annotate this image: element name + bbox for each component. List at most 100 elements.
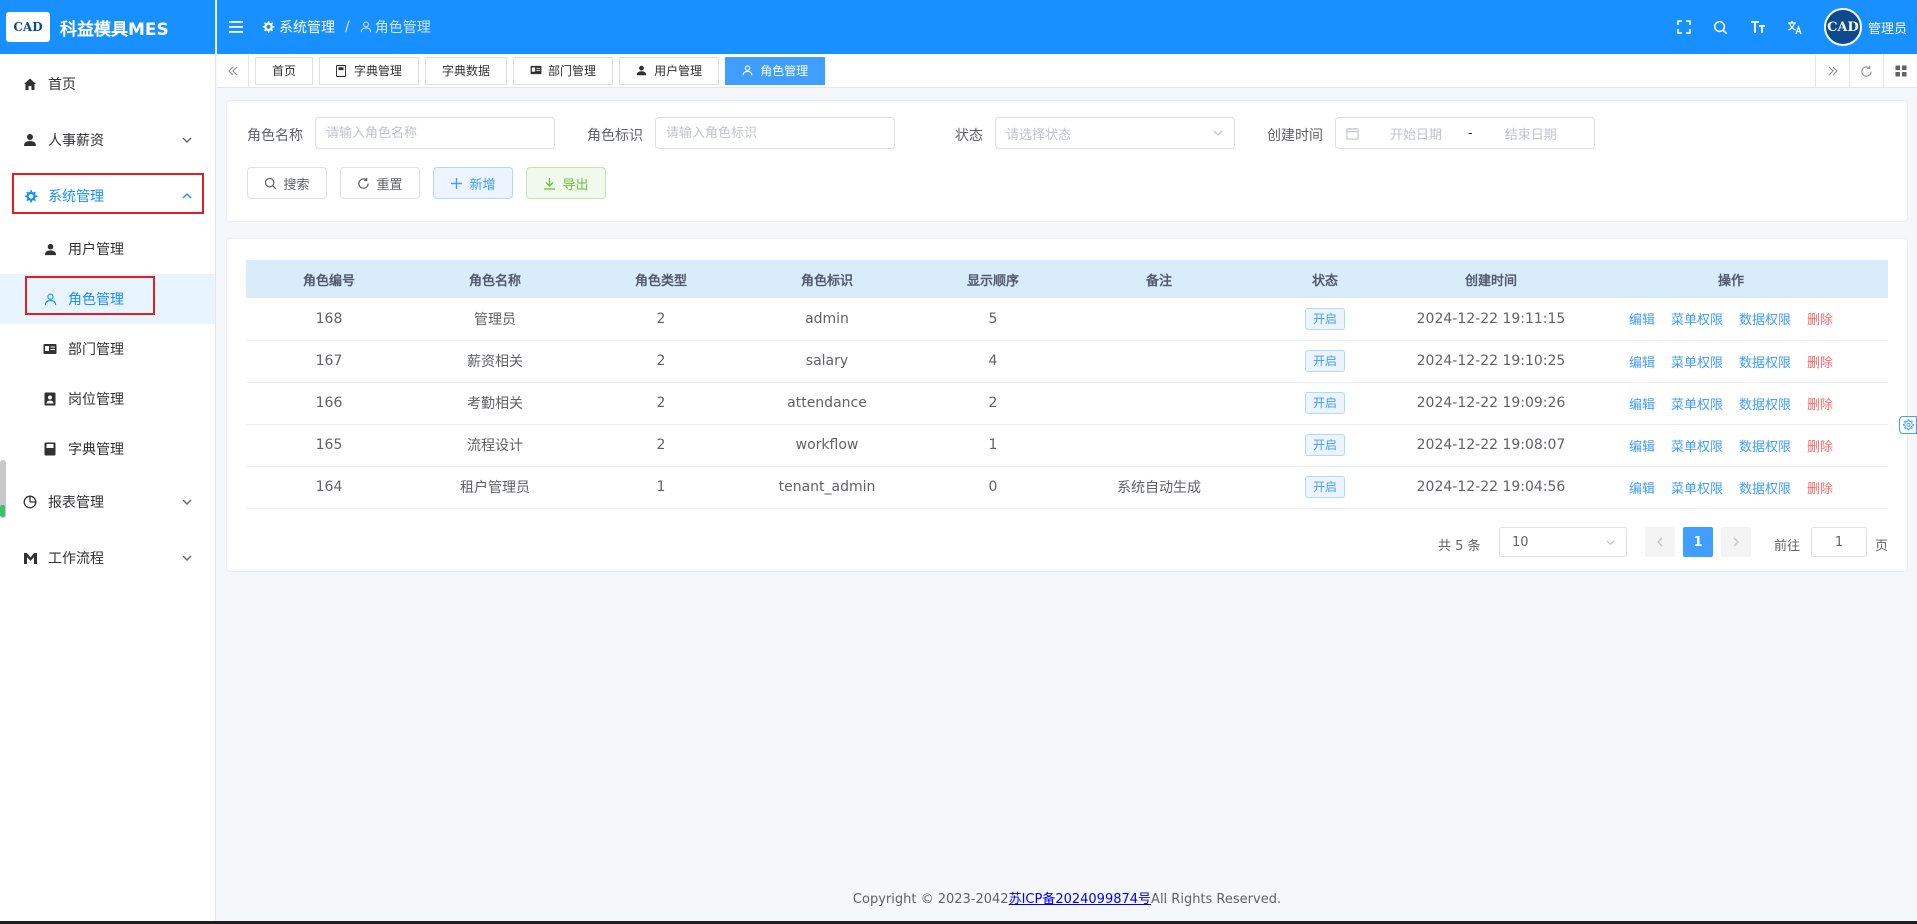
double-chevron-right-icon	[1828, 66, 1838, 76]
end-date-placeholder[interactable]: 结束日期	[1493, 124, 1569, 143]
menu-permission-link[interactable]: 菜单权限	[1671, 440, 1723, 455]
icp-link[interactable]: 苏ICP备2024099874号	[1009, 892, 1151, 907]
gear-icon	[22, 188, 38, 204]
status-select[interactable]: 请选择状态	[995, 117, 1235, 149]
menu-permission-link[interactable]: 菜单权限	[1671, 398, 1723, 413]
column-header: 显示顺序	[966, 273, 1019, 289]
edit-link[interactable]: 编辑	[1629, 398, 1655, 413]
sidebar-subitem-posts[interactable]: 岗位管理	[0, 374, 215, 424]
status-label: 状态	[955, 128, 983, 144]
username[interactable]: 管理员	[1868, 18, 1907, 37]
cell-role-type: 2	[656, 353, 666, 369]
refresh-button[interactable]	[1849, 54, 1883, 88]
tab-users[interactable]: 用户管理	[619, 56, 720, 85]
breadcrumb-item[interactable]: 系统管理	[279, 17, 335, 37]
delete-link[interactable]: 删除	[1807, 398, 1833, 413]
font-size-icon[interactable]	[1749, 18, 1767, 36]
sidebar-item-label: 人事薪资	[48, 133, 104, 149]
tabs-menu-button[interactable]	[1883, 54, 1917, 88]
data-permission-link[interactable]: 数据权限	[1739, 440, 1791, 455]
delete-link[interactable]: 删除	[1807, 482, 1833, 497]
cell-role-name: 流程设计	[467, 438, 523, 454]
roles-table: 角色编号 角色名称 角色类型 角色标识 显示顺序 备注 状态 创建时间 操作 1…	[246, 260, 1888, 509]
tab-home[interactable]: 首页	[255, 56, 314, 85]
date-range-picker[interactable]: 开始日期 - 结束日期	[1335, 117, 1595, 149]
column-header: 备注	[1145, 273, 1172, 289]
tab-dictionary-data[interactable]: 字典数据	[425, 56, 508, 85]
data-permission-link[interactable]: 数据权限	[1739, 398, 1791, 413]
settings-floating-button[interactable]	[1899, 416, 1917, 434]
menu-permission-link[interactable]: 菜单权限	[1671, 356, 1723, 371]
sidebar-item-label: 岗位管理	[68, 392, 124, 408]
book-icon	[336, 64, 348, 77]
chevron-down-icon	[182, 555, 192, 561]
sidebar-subitem-users[interactable]: 用户管理	[0, 224, 215, 274]
avatar[interactable]: CAD	[1823, 8, 1862, 46]
export-button[interactable]: 导出	[526, 167, 606, 199]
tab-dictionary[interactable]: 字典管理	[319, 56, 420, 85]
tab-departments[interactable]: 部门管理	[513, 56, 614, 85]
cell-role-type: 2	[656, 395, 666, 411]
data-permission-link[interactable]: 数据权限	[1739, 356, 1791, 371]
goto-page-input[interactable]: 1	[1811, 527, 1867, 557]
sidebar-item-label: 字典管理	[68, 442, 124, 458]
data-permission-link[interactable]: 数据权限	[1739, 313, 1791, 328]
cell-role-type: 2	[656, 310, 666, 327]
page-unit-label: 页	[1875, 539, 1889, 554]
search-icon[interactable]	[1712, 18, 1730, 36]
edit-link[interactable]: 编辑	[1629, 482, 1655, 497]
search-button[interactable]: 搜索	[247, 167, 327, 199]
hamburger-icon[interactable]	[229, 20, 245, 34]
chevron-down-icon	[1213, 130, 1223, 136]
menu-permission-link[interactable]: 菜单权限	[1671, 313, 1723, 328]
sidebar-item-reports[interactable]: 报表管理	[0, 474, 215, 530]
copyright-text: Copyright © 2023-2042	[852, 892, 1009, 907]
add-button[interactable]: 新增	[433, 167, 513, 199]
start-date-placeholder[interactable]: 开始日期	[1378, 124, 1454, 143]
gear-icon	[1902, 419, 1914, 431]
page-number-current[interactable]: 1	[1683, 527, 1713, 557]
sidebar-item-system[interactable]: 系统管理	[0, 168, 215, 224]
edit-link[interactable]: 编辑	[1629, 440, 1655, 455]
tabs-scroll-left[interactable]	[217, 53, 249, 88]
delete-link[interactable]: 删除	[1807, 440, 1833, 455]
pagination-total: 共 5 条	[1438, 539, 1481, 554]
tab-label: 部门管理	[548, 64, 597, 78]
chevron-up-icon	[182, 193, 192, 199]
cell-role-key: workflow	[795, 437, 859, 453]
delete-link[interactable]: 删除	[1807, 313, 1833, 328]
sidebar-subitem-dictionary[interactable]: 字典管理	[0, 424, 215, 474]
tab-roles[interactable]: 角色管理	[725, 56, 826, 85]
cell-status: 开启	[1242, 466, 1408, 508]
user-outline-icon	[360, 21, 371, 33]
user-icon	[42, 241, 58, 257]
sidebar-item-workflow[interactable]: 工作流程	[0, 530, 215, 586]
top-header: 系统管理 / 角色管理 CAD 管理员	[217, 0, 1917, 54]
goto-label: 前往	[1774, 539, 1801, 554]
reset-button[interactable]: 重置	[340, 167, 420, 199]
data-permission-link[interactable]: 数据权限	[1739, 482, 1791, 497]
fullscreen-icon[interactable]	[1675, 18, 1693, 36]
prev-page-button[interactable]	[1645, 527, 1675, 557]
sidebar-subitem-departments[interactable]: 部门管理	[0, 324, 215, 374]
menu-permission-link[interactable]: 菜单权限	[1671, 482, 1723, 497]
translate-icon[interactable]	[1786, 18, 1804, 36]
logo[interactable]: CAD 科益模具MES	[0, 0, 215, 54]
edit-link[interactable]: 编辑	[1629, 356, 1655, 371]
table-panel: 角色编号 角色名称 角色类型 角色标识 显示顺序 备注 状态 创建时间 操作 1…	[226, 238, 1908, 572]
cell-created-time: 2024-12-22 19:04:56	[1416, 479, 1566, 495]
role-key-input[interactable]	[666, 125, 894, 141]
sidebar-item-home[interactable]: 首页	[0, 56, 215, 112]
edit-link[interactable]: 编辑	[1629, 313, 1655, 328]
user-icon	[22, 132, 38, 148]
column-header: 角色类型	[634, 273, 687, 289]
breadcrumb: 系统管理 / 角色管理	[261, 17, 431, 37]
sidebar-subitem-roles[interactable]: 角色管理	[0, 274, 215, 324]
page-size-select[interactable]: 10	[1499, 527, 1627, 557]
delete-link[interactable]: 删除	[1807, 356, 1833, 371]
role-name-input[interactable]	[326, 125, 554, 141]
sidebar: CAD 科益模具MES 首页 人事薪资 系统管理 用户管理 角色管理 部门管理 …	[0, 0, 216, 924]
next-page-button[interactable]	[1721, 527, 1751, 557]
sidebar-item-hr-salary[interactable]: 人事薪资	[0, 112, 215, 168]
tabs-scroll-right[interactable]	[1815, 54, 1849, 88]
